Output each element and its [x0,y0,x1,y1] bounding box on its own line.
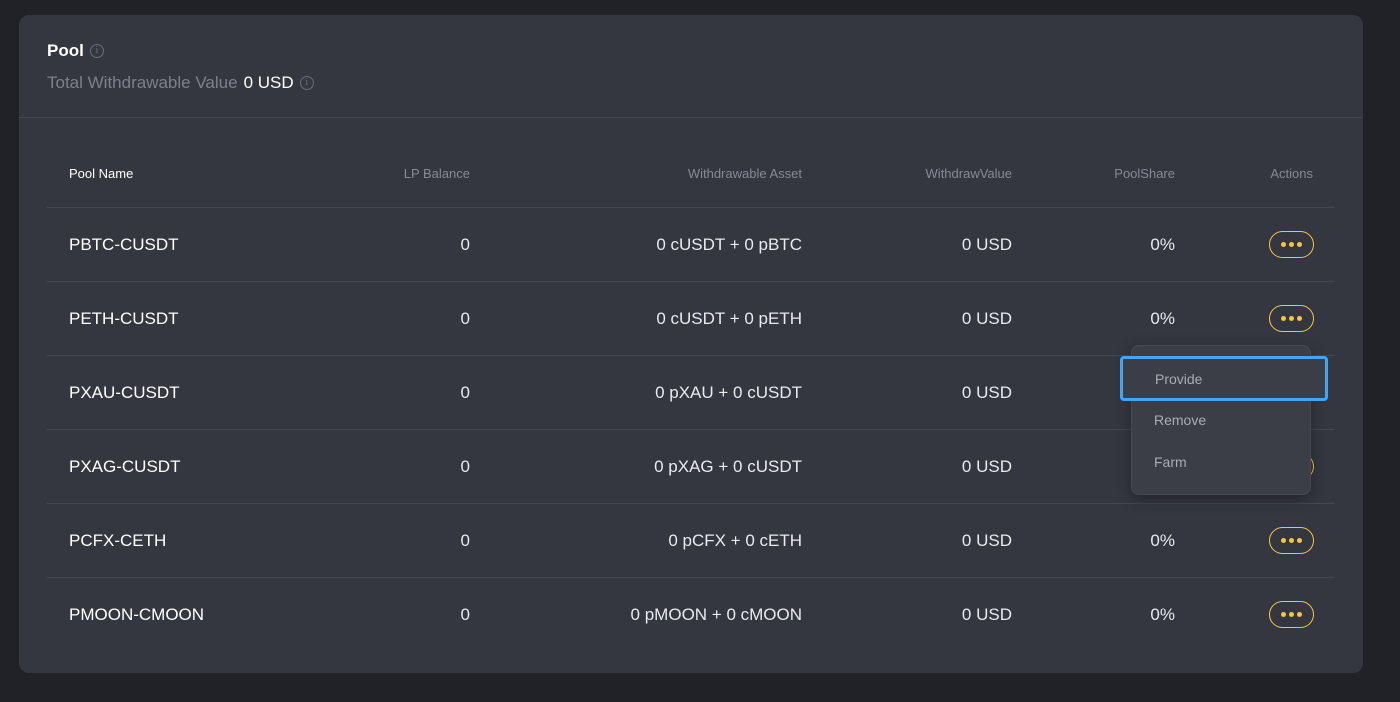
table-row: PMOON-CMOON 0 0 pMOON + 0 cMOON 0 USD 0% [47,578,1335,652]
column-header-pool-share: PoolShare [1114,166,1175,181]
more-actions-button[interactable] [1269,305,1314,332]
pool-share: 0% [1150,605,1175,624]
more-actions-button[interactable] [1269,601,1314,628]
pool-name: PXAG-CUSDT [69,457,181,476]
column-header-actions: Actions [1270,166,1313,181]
total-withdrawable-label: Total Withdrawable Value [47,73,238,92]
withdraw-value: 0 USD [961,309,1012,328]
more-icon-dot [1289,242,1294,247]
withdraw-value: 0 USD [961,235,1012,254]
title-row: Pool i [47,41,104,61]
column-header-lp-balance: LP Balance [403,166,470,181]
pool-name: PETH-CUSDT [69,309,179,328]
table-row: PCFX-CETH 0 0 pCFX + 0 cETH 0 USD 0% [47,504,1335,578]
more-icon-dot [1289,538,1294,543]
more-icon [1281,538,1286,543]
lp-balance: 0 [460,235,470,254]
withdrawable-asset: 0 cUSDT + 0 pBTC [656,235,802,254]
pool-header: Pool i Total Withdrawable Value 0 USD i [19,15,1363,118]
menu-item-remove[interactable]: Remove [1132,399,1310,441]
pool-card: Pool i Total Withdrawable Value 0 USD i … [19,15,1363,673]
total-withdrawable-value: 0 USD [243,73,294,92]
pool-share: 0% [1150,531,1175,550]
lp-balance: 0 [460,531,470,550]
pool-name: PMOON-CMOON [69,605,205,624]
more-icon-dot [1297,316,1302,321]
more-icon-dot [1289,612,1294,617]
info-icon[interactable]: i [89,44,104,58]
more-icon-dot [1297,612,1302,617]
pool-name: PCFX-CETH [69,531,167,550]
total-withdrawable-row: Total Withdrawable Value 0 USD i [47,73,314,93]
more-icon [1281,612,1286,617]
withdraw-value: 0 USD [961,457,1012,476]
menu-item-provide[interactable]: Provide [1120,356,1328,401]
withdraw-value: 0 USD [961,605,1012,624]
lp-balance: 0 [460,605,470,624]
more-icon [1281,316,1286,321]
pool-name: PBTC-CUSDT [69,235,179,254]
withdrawable-asset: 0 cUSDT + 0 pETH [656,309,802,328]
more-actions-button[interactable] [1269,527,1314,554]
lp-balance: 0 [460,309,470,328]
withdrawable-asset: 0 pXAU + 0 cUSDT [655,383,802,402]
table-header: Pool Name LP Balance Withdrawable Asset … [47,148,1335,208]
column-header-withdraw-value: WithdrawValue [925,166,1012,181]
withdraw-value: 0 USD [961,383,1012,402]
more-icon [1281,242,1286,247]
menu-item-farm[interactable]: Farm [1132,441,1310,483]
info-icon[interactable]: i [299,76,314,90]
withdrawable-asset: 0 pMOON + 0 cMOON [630,605,802,624]
column-header-pool-name: Pool Name [69,166,134,181]
more-icon-dot [1289,316,1294,321]
pool-share: 0% [1150,235,1175,254]
page-title: Pool [47,41,84,60]
column-header-withdrawable-asset: Withdrawable Asset [687,166,802,181]
table-row: PBTC-CUSDT 0 0 cUSDT + 0 pBTC 0 USD 0% [47,208,1335,282]
more-actions-button[interactable] [1269,231,1314,258]
pool-share: 0% [1150,309,1175,328]
more-icon-dot [1297,242,1302,247]
withdrawable-asset: 0 pXAG + 0 cUSDT [654,457,802,476]
withdrawable-asset: 0 pCFX + 0 cETH [668,531,802,550]
actions-dropdown-menu: Provide Remove Farm [1120,345,1328,495]
lp-balance: 0 [460,383,470,402]
pool-name: PXAU-CUSDT [69,383,180,402]
lp-balance: 0 [460,457,470,476]
withdraw-value: 0 USD [961,531,1012,550]
more-icon-dot [1297,538,1302,543]
